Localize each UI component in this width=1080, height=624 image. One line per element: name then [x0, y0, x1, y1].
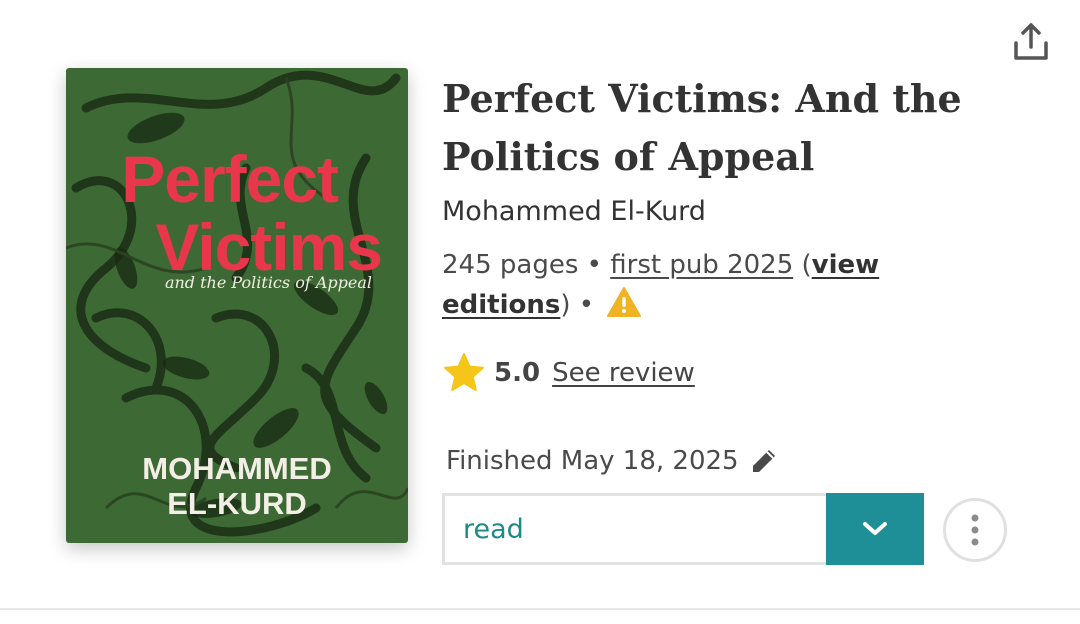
share-icon — [1014, 23, 1048, 60]
more-vertical-icon — [971, 514, 979, 546]
warning-icon[interactable] — [606, 286, 642, 330]
more-options-button[interactable] — [943, 498, 1007, 562]
rating-value: 5.0 — [494, 358, 541, 388]
star-icon — [444, 353, 484, 391]
cover-author-line2: EL-KURD — [167, 486, 307, 521]
book-title: Perfect Victims: And the Politics of App… — [442, 76, 962, 179]
book-meta: 245 pages • first pub 2025 (view edition… — [442, 245, 1002, 330]
cover-title-line2: Victims — [155, 210, 383, 284]
status-dropdown-button[interactable] — [826, 493, 924, 565]
first-pub-link[interactable]: first pub 2025 — [610, 250, 793, 280]
book-author[interactable]: Mohammed El-Kurd — [442, 196, 706, 227]
cover-subtitle: and the Politics of Appeal — [164, 273, 372, 292]
meta-separator: • — [578, 290, 603, 320]
paren-open: ( — [801, 250, 812, 280]
finished-date-row: Finished May 18, 2025 — [446, 446, 779, 476]
see-review-link[interactable]: See review — [552, 358, 695, 388]
rating-row: 5.0 See review — [442, 348, 695, 398]
finished-date: Finished May 18, 2025 — [446, 446, 739, 476]
cover-title-line1: Perfect — [121, 142, 339, 216]
reading-status-select: read — [442, 493, 924, 565]
chevron-down-icon — [863, 522, 887, 535]
share-button[interactable] — [1004, 14, 1058, 68]
divider — [0, 608, 1080, 610]
book-cover[interactable]: Perfect Victims and the Politics of Appe… — [66, 68, 408, 543]
status-field[interactable]: read — [442, 493, 826, 565]
cover-author-line1: MOHAMMED — [142, 451, 332, 486]
pencil-icon[interactable] — [749, 446, 779, 476]
page-count: 245 pages — [442, 250, 579, 280]
paren-close: ) — [560, 290, 571, 320]
meta-separator: • — [586, 250, 611, 280]
